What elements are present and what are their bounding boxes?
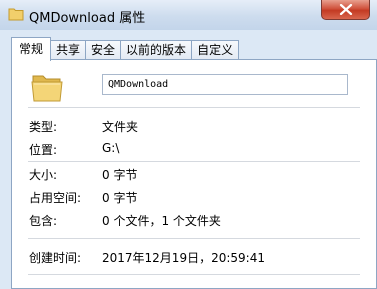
folder-app-icon (8, 8, 24, 21)
created-label: 创建时间: (29, 251, 82, 265)
location-label: 位置: (29, 143, 58, 157)
title-bar[interactable]: QMDownload 属性 (0, 0, 377, 30)
tab-security[interactable]: 安全 (85, 40, 122, 59)
tab-strip: 常规 共享 安全 以前的版本 自定义 (11, 37, 240, 61)
tab-sharing[interactable]: 共享 (50, 40, 87, 59)
created-value: 2017年12月19日，20:59:41 (102, 251, 265, 265)
folder-name-field[interactable]: QMDownload (102, 74, 348, 95)
close-icon (339, 4, 353, 15)
close-button[interactable] (321, 0, 370, 20)
tab-customize[interactable]: 自定义 (191, 40, 240, 59)
window-title: QMDownload 属性 (29, 11, 146, 26)
folder-icon (31, 75, 63, 102)
type-value: 文件夹 (102, 120, 139, 134)
general-panel: QMDownload 类型: 文件夹 位置: G:\ 大小: 0 字节 占用空间… (11, 59, 377, 289)
separator (28, 107, 360, 108)
separator (28, 274, 360, 275)
size-on-disk-label: 占用空间: (29, 191, 82, 205)
type-label: 类型: (29, 120, 58, 134)
size-on-disk-value: 0 字节 (102, 191, 138, 205)
tab-general[interactable]: 常规 (11, 37, 52, 61)
contains-value: 0 个文件，1 个文件夹 (102, 214, 221, 228)
size-value: 0 字节 (102, 168, 138, 182)
location-value: G:\ (102, 141, 120, 155)
tab-previous-versions[interactable]: 以前的版本 (120, 40, 193, 59)
separator (28, 238, 360, 239)
size-label: 大小: (29, 168, 58, 182)
contains-label: 包含: (29, 214, 58, 228)
separator (28, 161, 360, 162)
